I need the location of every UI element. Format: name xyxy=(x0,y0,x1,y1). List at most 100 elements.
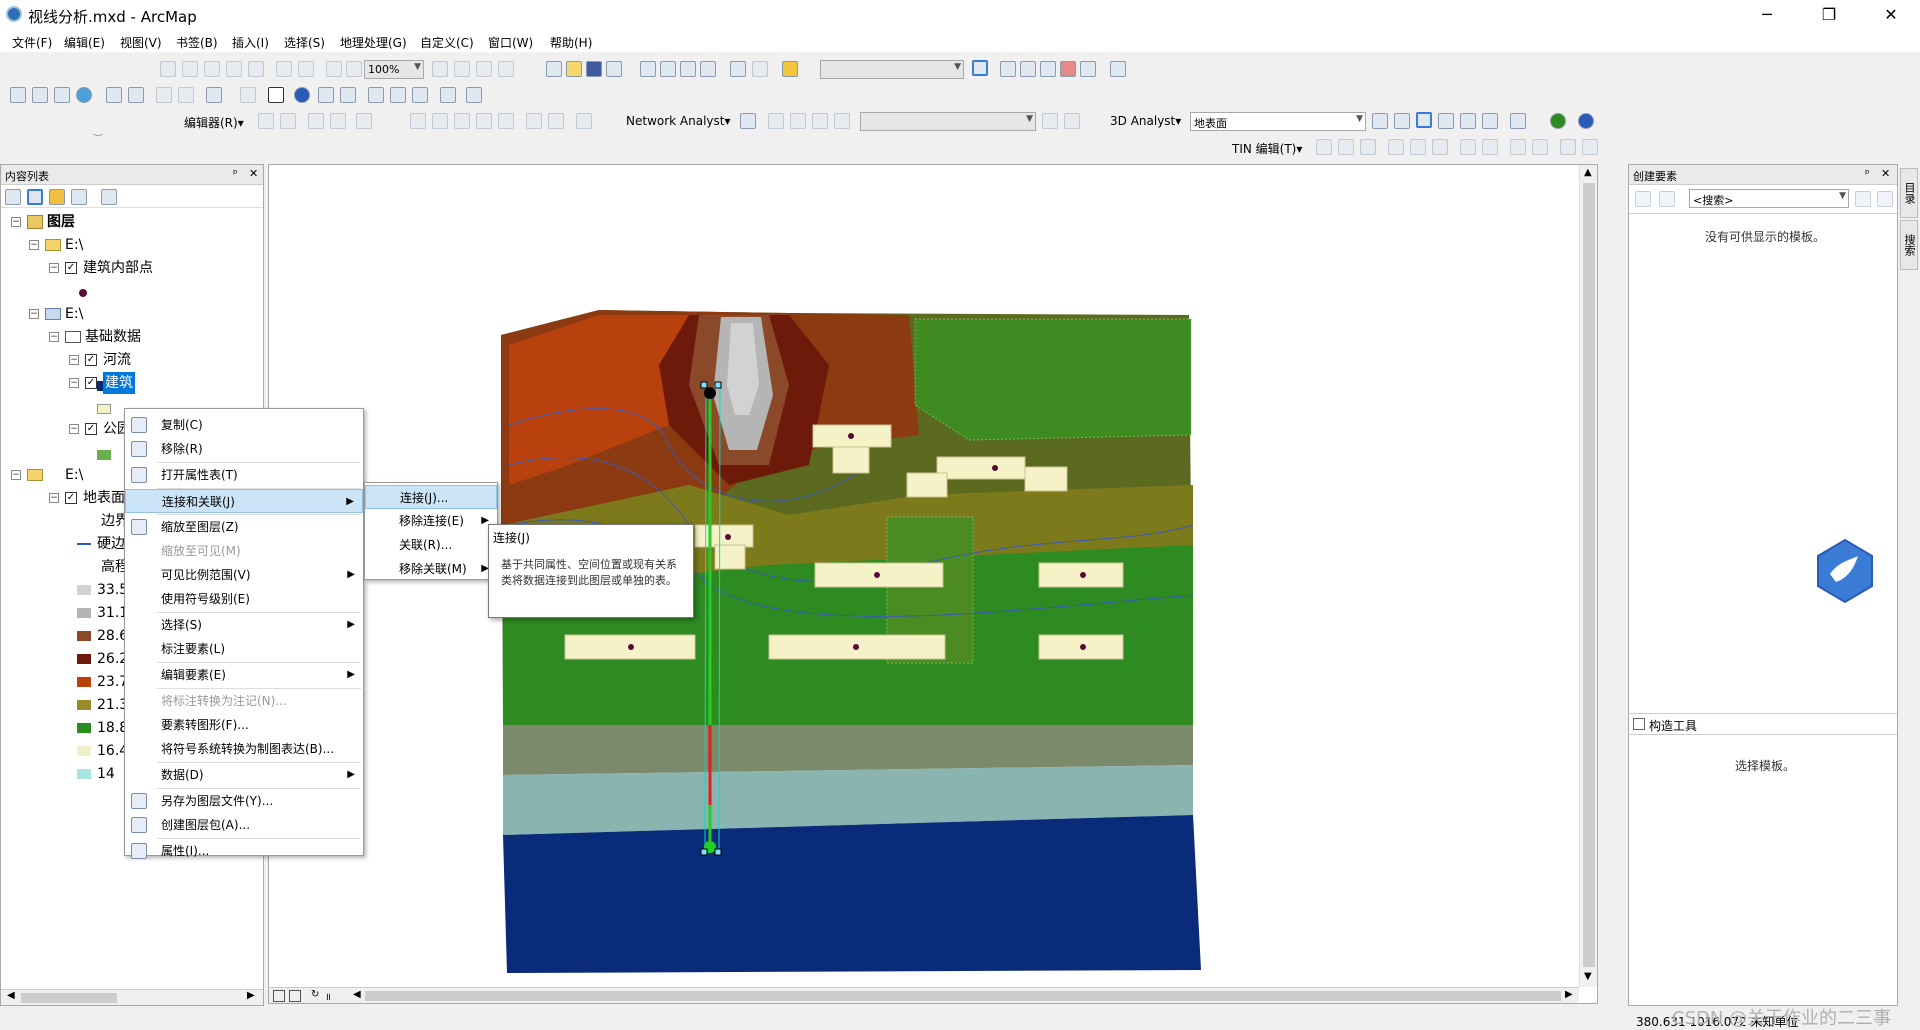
list-by-source-icon[interactable] xyxy=(27,189,43,205)
forward-extent-icon[interactable] xyxy=(346,61,362,77)
goto-xy-icon[interactable] xyxy=(440,87,456,103)
pan-hand-icon[interactable] xyxy=(54,87,70,103)
context-menu-item[interactable]: 将标注转换为注记(N)... xyxy=(125,689,363,713)
map-horizontal-scrollbar[interactable]: ↻ ॥ ◀ ▶ xyxy=(269,987,1579,1003)
context-menu-item[interactable]: 使用符号级别(E) xyxy=(125,587,363,611)
context-menu-item[interactable]: 选择(S) ▶ xyxy=(125,613,363,637)
context-menu-item[interactable]: 缩放至图层(Z) xyxy=(125,515,363,539)
pan-page-icon[interactable] xyxy=(204,61,220,77)
map-view[interactable]: ▲ ▼ ↻ ॥ ◀ ▶ xyxy=(268,164,1598,1004)
tin-more-icon[interactable] xyxy=(1560,139,1576,155)
interpolate-line-icon[interactable] xyxy=(1460,113,1476,129)
tin-tag-icon[interactable] xyxy=(1532,139,1548,155)
scroll-thumb[interactable] xyxy=(1583,183,1595,967)
paste-icon[interactable] xyxy=(680,61,696,77)
straight-segment-icon[interactable] xyxy=(308,113,324,129)
layout-zoom-icon[interactable] xyxy=(298,61,314,77)
split-icon[interactable] xyxy=(476,113,492,129)
context-menu-item[interactable]: 数据(D) ▶ xyxy=(125,763,363,787)
collapse-icon[interactable]: − xyxy=(29,309,39,319)
arcglobe-icon[interactable] xyxy=(1550,113,1566,129)
delete-tin-node-icon[interactable] xyxy=(1388,139,1404,155)
close-icon[interactable]: ✕ xyxy=(249,167,258,180)
context-menu-item[interactable]: 打开属性表(T) xyxy=(125,463,363,487)
submenu-item[interactable]: 关联(R)... xyxy=(365,533,497,557)
line-of-sight-icon[interactable] xyxy=(1416,112,1432,128)
measure-icon[interactable] xyxy=(368,87,384,103)
cut-icon[interactable] xyxy=(640,61,656,77)
tin-snap-icon[interactable] xyxy=(1582,139,1598,155)
go-back-icon[interactable] xyxy=(156,87,172,103)
toc-window-icon[interactable] xyxy=(1000,61,1016,77)
back-extent-icon[interactable] xyxy=(326,61,342,77)
redo-icon[interactable] xyxy=(752,61,768,77)
point-icon[interactable] xyxy=(356,113,372,129)
context-menu-item[interactable]: 可见比例范围(V) ▶ xyxy=(125,563,363,587)
context-menu-item[interactable]: 编辑要素(E) ▶ xyxy=(125,663,363,687)
edit-vertices-icon[interactable] xyxy=(410,113,426,129)
context-menu-item[interactable]: 复制(C) xyxy=(125,413,363,437)
network-analyst-window-icon[interactable] xyxy=(740,113,756,129)
menu-help[interactable]: 帮助(H) xyxy=(550,34,592,51)
create-features-window-icon[interactable] xyxy=(576,113,592,129)
zoom-out-icon[interactable] xyxy=(32,87,48,103)
zoom-in-fixed-icon[interactable] xyxy=(160,61,176,77)
fixed-zoom-in-icon[interactable] xyxy=(106,87,122,103)
collapse-icon[interactable]: − xyxy=(49,332,59,342)
full-page-icon[interactable] xyxy=(226,61,242,77)
context-menu-item[interactable]: 连接和关联(J) ▶ xyxy=(125,489,363,513)
menu-file[interactable]: 文件(F) xyxy=(12,34,52,51)
sketch-properties-icon[interactable] xyxy=(548,113,564,129)
3d-layer-combo[interactable]: 地表面 ▼ xyxy=(1190,112,1366,131)
context-menu-item[interactable]: 标注要素(L) xyxy=(125,637,363,661)
menu-geoprocessing[interactable]: 地理处理(G) xyxy=(340,34,407,51)
add-data-icon[interactable] xyxy=(782,61,798,77)
scroll-up-icon[interactable]: ▲ xyxy=(1584,167,1592,178)
close-icon[interactable]: ✕ xyxy=(1881,167,1890,180)
catalog-side-tab[interactable]: 目录 xyxy=(1900,168,1918,218)
visibility-checkbox[interactable]: ✓ xyxy=(85,354,97,366)
menu-customize[interactable]: 自定义(C) xyxy=(420,34,474,51)
html-popup-icon[interactable] xyxy=(340,87,356,103)
contour-icon[interactable] xyxy=(1372,113,1388,129)
steepest-path-icon[interactable] xyxy=(1394,113,1410,129)
collapse-icon[interactable]: − xyxy=(69,355,79,365)
menu-view[interactable]: 视图(V) xyxy=(120,34,162,51)
menu-bookmarks[interactable]: 书签(B) xyxy=(176,34,218,51)
find-icon[interactable] xyxy=(390,87,406,103)
scroll-thumb[interactable] xyxy=(21,993,117,1003)
collapse-icon[interactable]: − xyxy=(29,240,39,250)
list-by-visibility-icon[interactable] xyxy=(49,189,65,205)
context-menu-item[interactable]: 缩放至可见(M) xyxy=(125,539,363,563)
minimize-button[interactable]: ─ xyxy=(1744,0,1790,30)
collapse-icon[interactable]: − xyxy=(49,493,59,503)
context-menu-item[interactable]: 要素转图形(F)... xyxy=(125,713,363,737)
change-layout-icon[interactable] xyxy=(476,61,492,77)
arctoolbox-icon[interactable] xyxy=(1060,61,1076,77)
toggle-draft-icon[interactable] xyxy=(432,61,448,77)
scroll-right-icon[interactable]: ▶ xyxy=(1565,989,1573,1000)
data-view-icon[interactable] xyxy=(273,990,285,1002)
interpolate-point-icon[interactable] xyxy=(1438,113,1454,129)
identify-icon[interactable] xyxy=(294,87,310,103)
edit-tool-icon[interactable] xyxy=(258,113,274,129)
add-tin-polygon-icon[interactable] xyxy=(1360,139,1376,155)
cut-polygons-icon[interactable] xyxy=(454,113,470,129)
select-elements-arrow-icon[interactable] xyxy=(268,87,284,103)
floating-assistant-icon[interactable] xyxy=(1814,538,1876,604)
scroll-right-icon[interactable]: ▶ xyxy=(247,990,255,1001)
time-slider-icon[interactable] xyxy=(466,87,482,103)
trace-icon[interactable] xyxy=(330,113,346,129)
maximize-button[interactable]: ❐ xyxy=(1806,0,1852,30)
visibility-checkbox[interactable]: ✓ xyxy=(65,262,77,274)
delete-icon[interactable] xyxy=(700,61,716,77)
collapse-icon[interactable]: − xyxy=(49,263,59,273)
arcscene-icon[interactable] xyxy=(1578,113,1594,129)
tin-edit-menu[interactable]: TIN 编辑(T)▾ xyxy=(1232,140,1302,157)
submenu-item[interactable]: 移除连接(E) ▶ xyxy=(365,509,497,533)
toc-options-icon[interactable] xyxy=(101,189,117,205)
menu-select[interactable]: 选择(S) xyxy=(284,34,325,51)
delete-tin-edge-icon[interactable] xyxy=(1410,139,1426,155)
attributes-icon[interactable] xyxy=(526,113,542,129)
submenu-item[interactable]: 连接(J)... xyxy=(365,485,497,509)
